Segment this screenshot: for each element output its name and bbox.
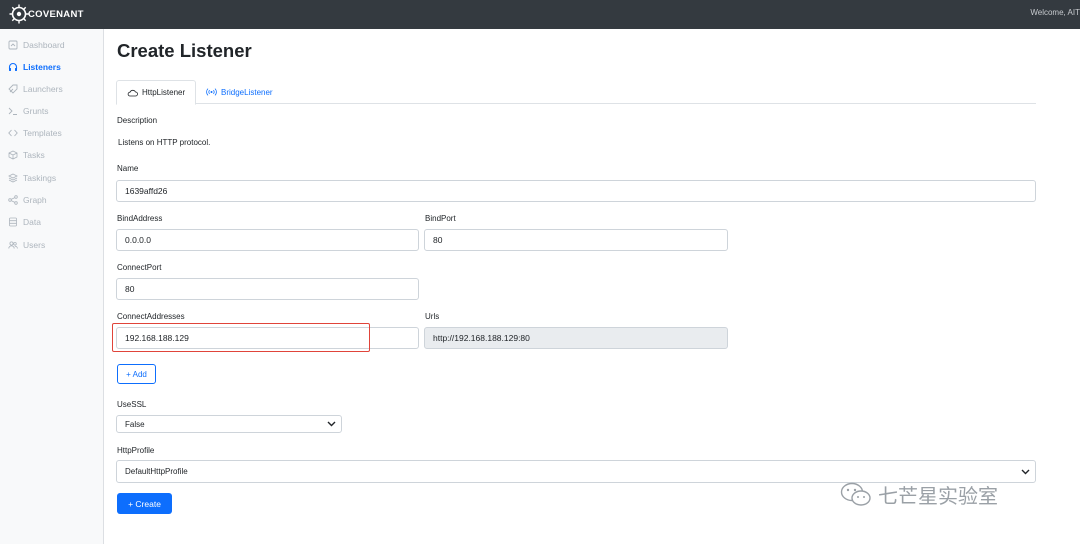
sidebar-item-dashboard[interactable]: Dashboard [7,38,65,52]
cloud-icon [127,89,138,97]
headphones-icon [7,62,18,73]
listener-type-tabs: HttpListener BridgeListener [116,80,1036,105]
connectport-label: ConnectPort [117,263,162,272]
tab-label: HttpListener [142,88,186,97]
bindaddress-label: BindAddress [117,214,163,223]
wechat-icon [840,482,872,508]
watermark-text: 七芒星实验室 [878,486,998,508]
tab-label: BridgeListener [221,87,273,97]
home-icon [7,40,18,51]
connectport-input[interactable]: 80 [116,278,419,300]
add-address-button[interactable]: + Add [117,364,156,384]
sidebar-item-label: Dashboard [23,40,65,50]
terminal-icon [7,106,18,117]
rocket-icon [7,84,18,95]
usessl-select[interactable]: False [116,415,342,433]
description-label: Description [117,116,158,125]
sidebar-item-label: Tasks [23,150,45,160]
top-navbar: COVENANT Welcome, AIT [0,0,1080,29]
share-icon [7,195,18,206]
sidebar-item-label: Templates [23,128,62,138]
bindaddress-input[interactable]: 0.0.0.0 [116,229,419,251]
users-icon [7,240,18,251]
connectaddresses-label: ConnectAddresses [117,312,185,321]
usessl-label: UseSSL [117,400,147,409]
httpprofile-selected-value: DefaultHttpProfile [125,467,188,476]
sidebar: Dashboard Listeners Launchers Grunts Tem… [0,29,104,544]
highlight-annotation [112,323,370,352]
sidebar-item-graph[interactable]: Graph [7,193,47,207]
sidebar-item-taskings[interactable]: Taskings [7,171,56,185]
sidebar-item-launchers[interactable]: Launchers [7,82,63,96]
sidebar-item-label: Taskings [23,173,57,183]
httpprofile-label: HttpProfile [117,446,155,455]
chevron-down-icon [1021,469,1030,475]
brand[interactable]: COVENANT [8,4,84,24]
watermark: 七芒星实验室 [840,480,998,509]
page-title: Create Listener [117,40,252,61]
description-text: Listens on HTTP protocol. [118,138,211,147]
sidebar-item-templates[interactable]: Templates [7,126,62,140]
sidebar-item-label: Grunts [23,106,49,116]
brand-name: COVENANT [28,8,84,20]
sidebar-item-tasks[interactable]: Tasks [7,148,45,162]
sidebar-item-users[interactable]: Users [7,238,45,252]
usessl-selected-value: False [125,419,145,429]
broadcast-icon [206,88,217,96]
sidebar-item-label: Data [23,217,41,227]
create-button[interactable]: + Create [117,493,172,514]
tab-bridgelistener[interactable]: BridgeListener [196,80,283,104]
sidebar-item-label: Launchers [23,84,63,94]
sidebar-item-label: Listeners [23,62,61,72]
code-icon [7,128,18,139]
sidebar-item-listeners[interactable]: Listeners [7,60,61,74]
name-label: Name [117,164,139,173]
database-icon [7,217,18,228]
name-input[interactable]: 1639affd26 [116,180,1036,202]
box-icon [7,150,18,161]
chevron-down-icon [327,421,336,427]
sidebar-item-label: Graph [23,195,47,205]
sidebar-item-label: Users [23,240,46,250]
layers-icon [7,173,18,184]
covenant-logo-icon [9,4,29,24]
sidebar-item-data[interactable]: Data [7,215,41,229]
tab-httplistener[interactable]: HttpListener [116,80,197,105]
urls-input[interactable]: http://192.168.188.129:80 [424,327,728,349]
bindport-input[interactable]: 80 [424,229,728,251]
sidebar-item-grunts[interactable]: Grunts [7,104,49,118]
urls-label: Urls [425,312,440,321]
welcome-text[interactable]: Welcome, AIT [1030,8,1080,17]
bindport-label: BindPort [425,214,456,223]
